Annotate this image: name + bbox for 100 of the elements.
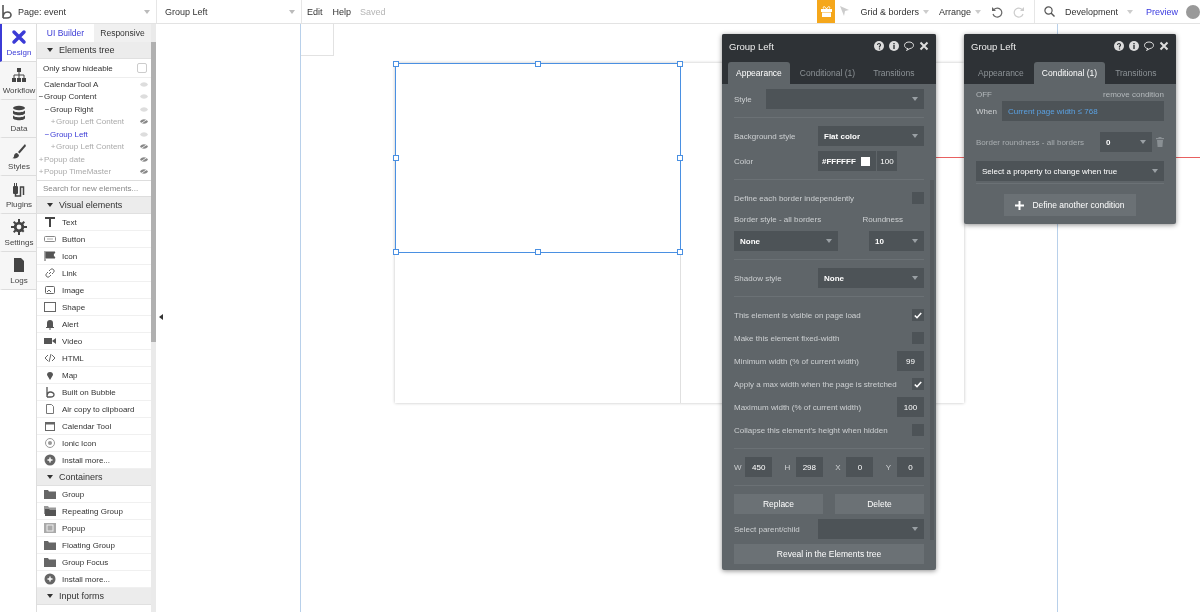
help-icon[interactable]	[874, 41, 884, 51]
element-item[interactable]: Repeating Group	[37, 503, 151, 520]
editor-tab[interactable]: Appearance	[728, 62, 790, 84]
element-item[interactable]: Icon	[37, 248, 151, 265]
element-dropdown[interactable]: Group Left	[157, 0, 302, 23]
expand-toggle[interactable]: −	[44, 104, 50, 114]
editor-tab[interactable]: Transitions	[865, 62, 923, 84]
eye-slash-icon[interactable]	[140, 119, 148, 125]
section-header[interactable]: Visual elements	[37, 197, 151, 214]
field-label: When	[976, 106, 997, 116]
preview-link[interactable]: Preview	[1138, 6, 1186, 17]
section-header[interactable]: Containers	[37, 469, 151, 486]
resize-handle[interactable]	[393, 155, 399, 161]
nav-tab[interactable]: Logs	[0, 252, 36, 290]
resize-handle[interactable]	[677, 249, 683, 255]
nav-tab[interactable]: Design	[0, 24, 36, 62]
gift-button[interactable]	[817, 0, 836, 23]
element-item[interactable]: Video	[37, 333, 151, 350]
page-dropdown[interactable]: Page: event	[14, 0, 157, 23]
action-button[interactable]: Delete	[835, 494, 924, 514]
action-button[interactable]: Replace	[734, 494, 823, 514]
info-icon[interactable]	[889, 41, 899, 51]
menu-item[interactable]: Edit	[302, 6, 328, 17]
checkbox[interactable]	[137, 63, 147, 73]
editor-tab[interactable]: Conditional (1)	[791, 62, 864, 84]
resize-handle[interactable]	[677, 155, 683, 161]
number-field[interactable]: 298	[795, 457, 823, 477]
checkbox[interactable]	[912, 309, 924, 321]
eye-slash-icon[interactable]	[140, 156, 148, 162]
panel-tab[interactable]: Responsive	[94, 24, 151, 42]
tree-item[interactable]: −Group Right	[37, 103, 151, 116]
color-swatch[interactable]	[860, 156, 870, 166]
comment-icon[interactable]	[1144, 41, 1154, 51]
property-dropdown[interactable]: Select a property to change when true	[976, 161, 1164, 181]
checkbox[interactable]	[912, 378, 924, 390]
toolbar-dropdown[interactable]: Grid & borders	[855, 6, 934, 17]
element-item[interactable]: Group	[37, 486, 151, 503]
help-icon[interactable]	[1114, 41, 1124, 51]
environment-dropdown[interactable]: Development	[1059, 6, 1138, 17]
nav-tab[interactable]: Styles	[0, 138, 36, 176]
eye-slash-icon[interactable]	[140, 169, 148, 175]
element-item[interactable]: Floating Group	[37, 537, 151, 554]
dropdown[interactable]: 10	[869, 231, 924, 251]
number-field[interactable]: 450	[745, 457, 773, 477]
undo-icon[interactable]	[990, 5, 1003, 18]
caret-icon	[1152, 169, 1158, 173]
element-item[interactable]: Alert	[37, 316, 151, 333]
search-icon[interactable]	[1043, 6, 1055, 17]
editor-tab[interactable]: Conditional (1)	[1033, 62, 1106, 84]
tree-item[interactable]: CalendarTool A	[37, 78, 151, 91]
resize-handle[interactable]	[393, 249, 399, 255]
number-field[interactable]: 100	[877, 151, 897, 171]
logo-icon[interactable]	[0, 4, 12, 19]
caret-icon	[912, 97, 918, 101]
scrollbar-thumb[interactable]	[151, 42, 156, 342]
expand-toggle[interactable]: −	[38, 92, 44, 102]
dropdown[interactable]: Flat color	[818, 126, 924, 146]
nav-tab[interactable]: Data	[0, 100, 36, 138]
editor-tab[interactable]: Appearance	[970, 62, 1032, 84]
caret-icon	[912, 134, 918, 138]
action-button[interactable]: Reveal in the Elements tree	[734, 544, 924, 564]
menu-item[interactable]: Help	[327, 6, 357, 17]
expand-toggle[interactable]: −	[44, 129, 50, 139]
close-icon[interactable]	[1159, 41, 1169, 51]
close-icon[interactable]	[919, 41, 929, 51]
info-icon[interactable]	[1129, 41, 1139, 51]
toolbar-dropdown[interactable]: Arrange	[933, 6, 986, 17]
dropdown[interactable]: None	[818, 268, 924, 288]
dropdown[interactable]: 0	[1100, 132, 1152, 152]
number-field[interactable]: 100	[897, 397, 924, 417]
section-header[interactable]: Input forms	[37, 588, 151, 605]
caret-icon	[1140, 140, 1146, 144]
resize-handle[interactable]	[535, 61, 541, 67]
trash-icon[interactable]	[1156, 137, 1164, 147]
nav-tab[interactable]: Settings	[0, 214, 36, 252]
number-field[interactable]: 0	[846, 457, 874, 477]
tree-item[interactable]: −Group Left	[37, 128, 151, 141]
number-field[interactable]: 99	[897, 351, 924, 371]
number-field[interactable]: 0	[896, 457, 924, 477]
comment-icon[interactable]	[904, 41, 914, 51]
search-field[interactable]: Search for new elements...	[37, 180, 151, 197]
add-condition-button[interactable]: Define another condition	[1004, 194, 1136, 216]
chain-link-icon	[44, 267, 56, 279]
avatar-icon[interactable]	[1186, 4, 1200, 19]
eye-slash-icon[interactable]	[140, 144, 148, 150]
color-field[interactable]: #FFFFFF	[818, 151, 876, 171]
nav-tab[interactable]: Plugins	[0, 176, 36, 214]
tree-item[interactable]: −Group Content	[37, 90, 151, 103]
element-item[interactable]: Calendar Tool	[37, 418, 151, 435]
resize-handle[interactable]	[535, 249, 541, 255]
dropdown[interactable]: None	[734, 231, 838, 251]
nav-tab[interactable]: Workflow	[0, 62, 36, 100]
section-header[interactable]: Elements tree	[37, 42, 151, 59]
collapse-arrow-icon[interactable]	[158, 314, 163, 320]
resize-handle[interactable]	[677, 61, 683, 67]
element-item[interactable]: Group Focus	[37, 554, 151, 571]
editor-tab[interactable]: Transitions	[1107, 62, 1165, 84]
resize-handle[interactable]	[393, 61, 399, 67]
element-item[interactable]: Popup	[37, 520, 151, 537]
caret-icon	[912, 276, 918, 280]
